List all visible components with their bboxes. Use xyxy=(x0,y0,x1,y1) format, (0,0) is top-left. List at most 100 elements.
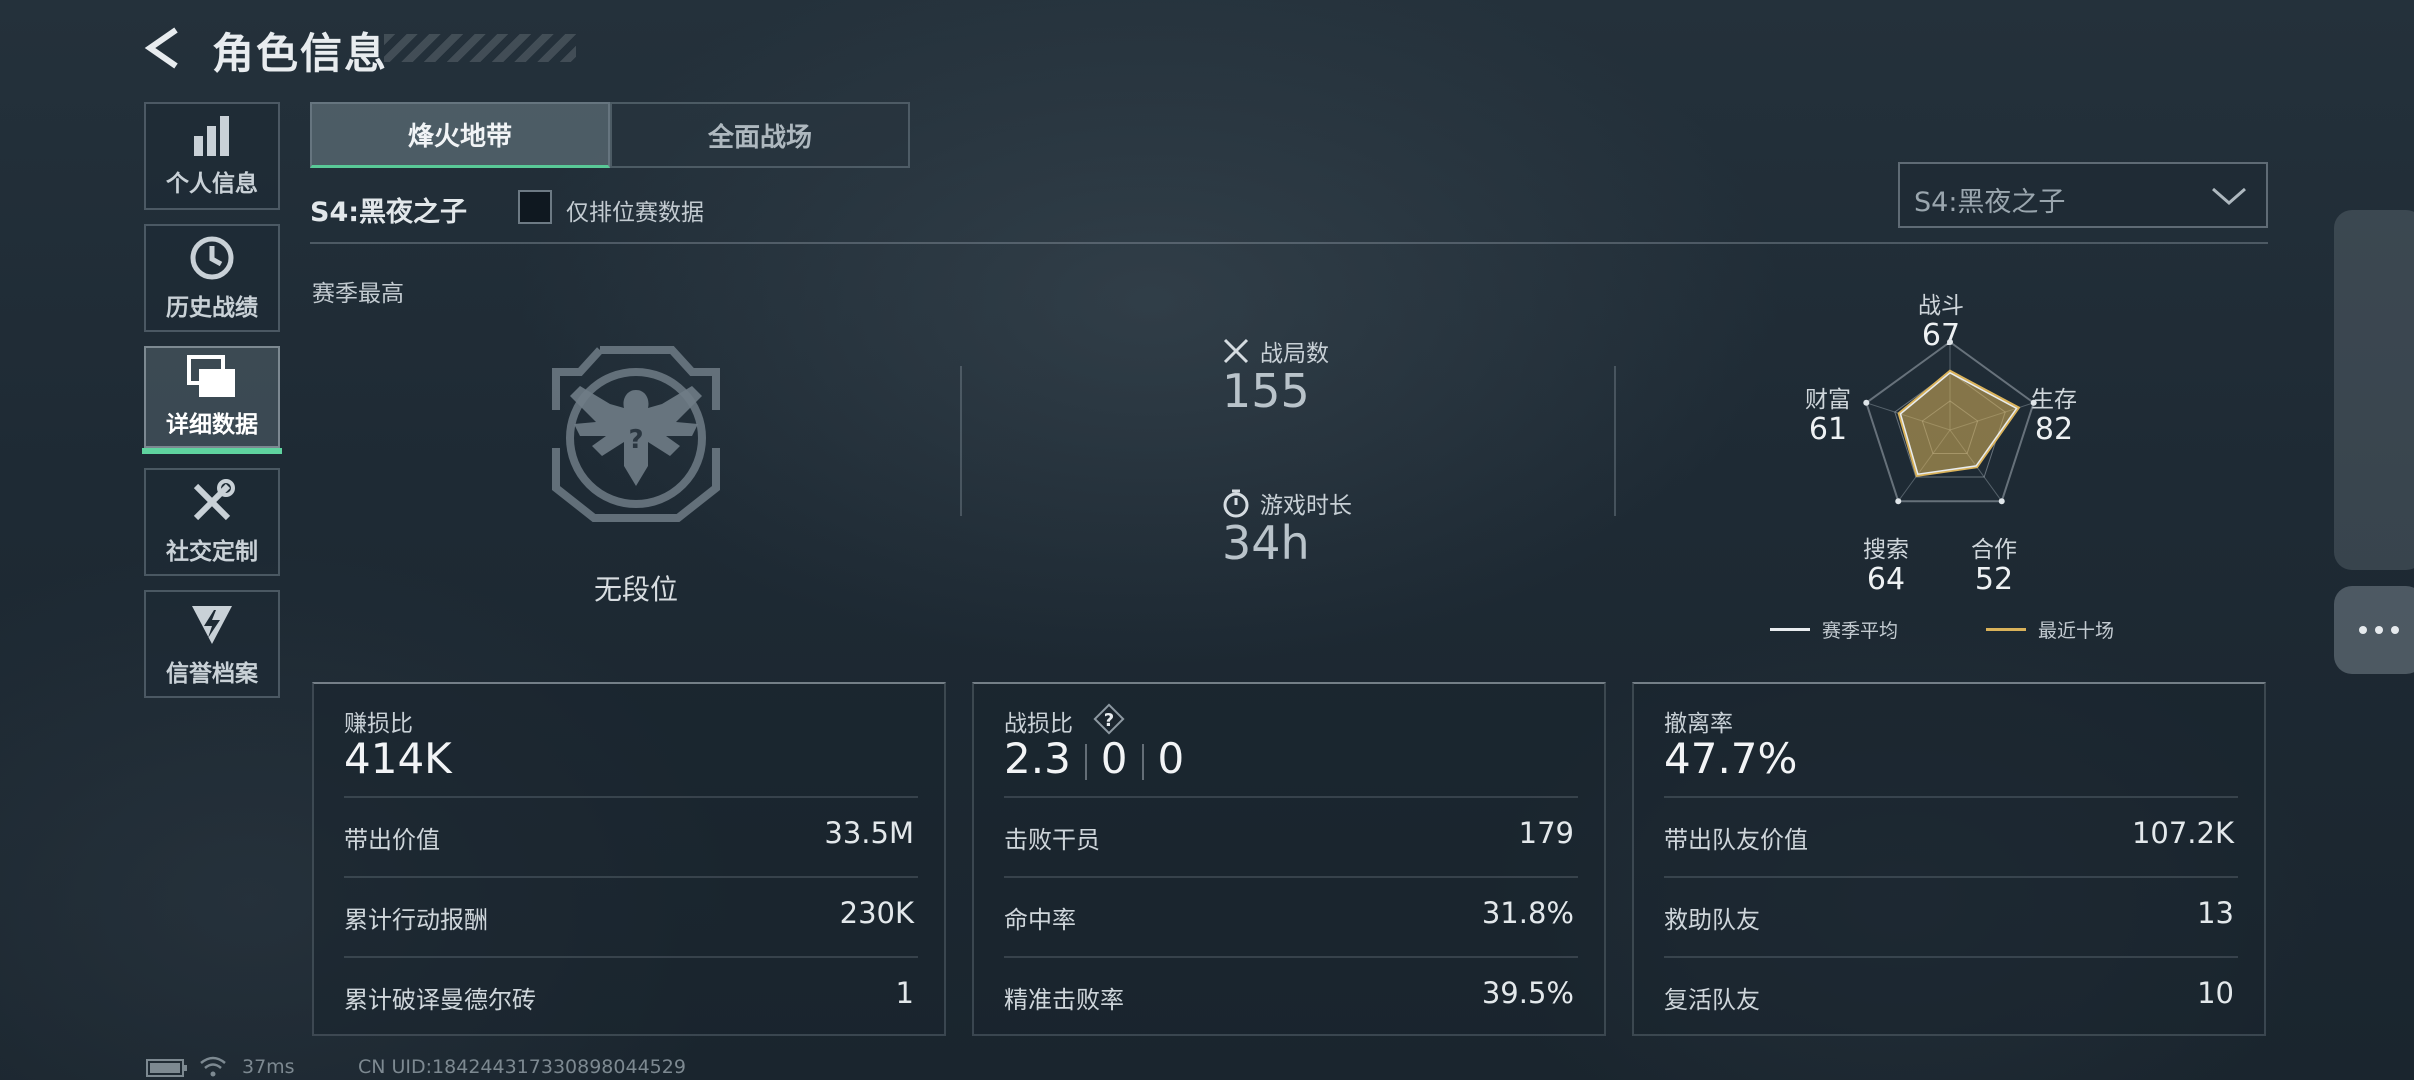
tab-hazard-zone[interactable]: 烽火地带 xyxy=(310,102,610,168)
kd-value: 2.3 xyxy=(1004,734,1071,783)
kd-value: 0 xyxy=(1157,734,1185,783)
radar-vertex-dot xyxy=(2030,399,2037,406)
rank-label: 无段位 xyxy=(593,573,678,606)
tools-icon xyxy=(193,479,235,521)
divider xyxy=(344,876,918,878)
playtime-value: 34h xyxy=(1222,516,1310,570)
uid-text: CN UID:18424431733089804452​9 xyxy=(358,1056,686,1078)
back-arrow-icon[interactable] xyxy=(140,24,188,72)
row-value: 39.5% xyxy=(1481,976,1574,1010)
wifi-icon xyxy=(198,1054,228,1080)
svg-text:?: ? xyxy=(1104,710,1114,731)
kd-values: 2.3 0 0 xyxy=(1004,734,1184,783)
legend-label: 最近十场 xyxy=(2038,620,2115,642)
legend-label: 赛季平均 xyxy=(1822,620,1899,642)
row-label: 精准击败率 xyxy=(1004,986,1124,1014)
row-label: 带出队友价值 xyxy=(1664,826,1808,854)
row-label: 击败干员 xyxy=(1004,826,1100,854)
divider xyxy=(1664,876,2238,878)
row-value: 33.5M xyxy=(824,816,914,850)
card-value: 414K xyxy=(344,734,452,783)
row-label: 复活队友 xyxy=(1664,986,1760,1014)
card-kd: 战损比 ? 2.3 0 0 击败干员 179 命中率 31.8% 精准击败率 39.… xyxy=(972,682,1606,1036)
row-label: 累计破译曼德尔砖 xyxy=(344,986,536,1014)
radar-vertex-dot xyxy=(1895,498,1902,505)
row-value: 13 xyxy=(2197,896,2234,930)
season-best-label: 赛季最高 xyxy=(312,281,404,307)
stopwatch-icon xyxy=(1223,489,1249,518)
battery-icon xyxy=(146,1058,188,1080)
divider xyxy=(1004,796,1578,798)
sidebar-item-profile[interactable]: 个人信息 xyxy=(144,102,280,210)
ping-text: 37ms xyxy=(242,1056,295,1078)
sidebar-item-label: 详细数据 xyxy=(166,412,258,438)
sidebar-item-label: 信誉档案 xyxy=(166,661,258,687)
row-label: 命中率 xyxy=(1004,906,1076,934)
legend-recent-ten: 最近十场 xyxy=(1986,616,2114,643)
playtime-label: 游戏时长 xyxy=(1260,493,1352,519)
separator xyxy=(1084,743,1087,780)
card-extraction-rate: 撤离率 47.7% 带出队友价值 107.2K 救助队友 13 复活队友 10 xyxy=(1632,682,2266,1036)
legend-season-average: 赛季平均 xyxy=(1770,616,1898,643)
sidebar-item-social[interactable]: 社交定制 xyxy=(144,468,280,576)
season-dropdown[interactable]: S4:黑夜之子 xyxy=(1898,162,2268,228)
divider xyxy=(1004,876,1578,878)
divider xyxy=(344,956,918,958)
matches-stat: 战局数 xyxy=(1222,334,1329,368)
row-value: 107.2K xyxy=(2131,816,2234,850)
divider xyxy=(310,242,2268,244)
row-label: 带出价值 xyxy=(344,826,440,854)
divider xyxy=(1664,796,2238,798)
matches-label: 战局数 xyxy=(1260,341,1329,367)
divider xyxy=(344,796,918,798)
legend-swatch xyxy=(1986,628,2026,631)
help-icon[interactable]: ? xyxy=(1092,702,1126,736)
svg-text:?: ? xyxy=(628,425,643,455)
radar-label-combat: 战斗 xyxy=(1918,293,1964,319)
radar-value-cooperation: 52 xyxy=(1974,562,2014,597)
sidebar-item-label: 个人信息 xyxy=(166,171,258,197)
vertical-divider xyxy=(1614,366,1616,516)
vertical-divider xyxy=(960,366,962,516)
sidebar-item-reputation[interactable]: 信誉档案 xyxy=(144,590,280,698)
separator xyxy=(1141,743,1144,780)
tab-full-battlefield[interactable]: 全面战场 xyxy=(610,102,910,168)
radar-vertex-dot xyxy=(1998,498,2005,505)
row-value: 31.8% xyxy=(1481,896,1574,930)
playtime-stat: 游戏时长 xyxy=(1222,486,1352,520)
radar-vertex-dot xyxy=(1863,399,1870,406)
card-title: 撤离率 xyxy=(1664,711,1733,737)
more-options-button[interactable] xyxy=(2334,586,2414,674)
radar-vertex-dot xyxy=(1947,339,1953,345)
row-value: 1 xyxy=(895,976,914,1010)
row-value: 10 xyxy=(2197,976,2234,1010)
season-title: S4:黑夜之子 xyxy=(310,197,468,228)
radar-label-search: 搜索 xyxy=(1863,537,1909,563)
badge-icon xyxy=(192,606,232,644)
history-icon xyxy=(190,236,234,280)
row-value: 230K xyxy=(839,896,914,930)
ranked-only-checkbox[interactable] xyxy=(518,190,552,224)
kd-value: 0 xyxy=(1100,734,1128,783)
radar-value-search: 64 xyxy=(1866,562,1906,597)
matches-value: 155 xyxy=(1222,364,1310,418)
season-dropdown-value: S4:黑夜之子 xyxy=(1914,187,2066,218)
title-decoration xyxy=(384,34,576,62)
divider xyxy=(1004,956,1578,958)
legend-swatch xyxy=(1770,628,1810,631)
sidebar-item-history[interactable]: 历史战绩 xyxy=(144,224,280,332)
chevron-down-icon xyxy=(2212,187,2246,205)
bar-chart-icon xyxy=(194,116,229,156)
ranked-only-label: 仅排位赛数据 xyxy=(566,200,704,226)
sidebar-item-label: 历史战绩 xyxy=(166,295,258,321)
row-label: 累计行动报酬 xyxy=(344,906,488,934)
divider xyxy=(1664,956,2238,958)
card-profit-loss: 赚损比 414K 带出价值 33.5M 累计行动报酬 230K 累计破译曼德尔砖… xyxy=(312,682,946,1036)
sidebar-item-detailed-data[interactable]: 详细数据 xyxy=(144,346,280,448)
radar-chart xyxy=(1863,339,2037,505)
card-value: 47.7% xyxy=(1664,734,1798,783)
floating-side-panel[interactable] xyxy=(2334,210,2414,570)
row-value: 179 xyxy=(1518,816,1574,850)
cards-icon xyxy=(187,355,235,397)
page-title: 角色信息 xyxy=(212,29,389,78)
